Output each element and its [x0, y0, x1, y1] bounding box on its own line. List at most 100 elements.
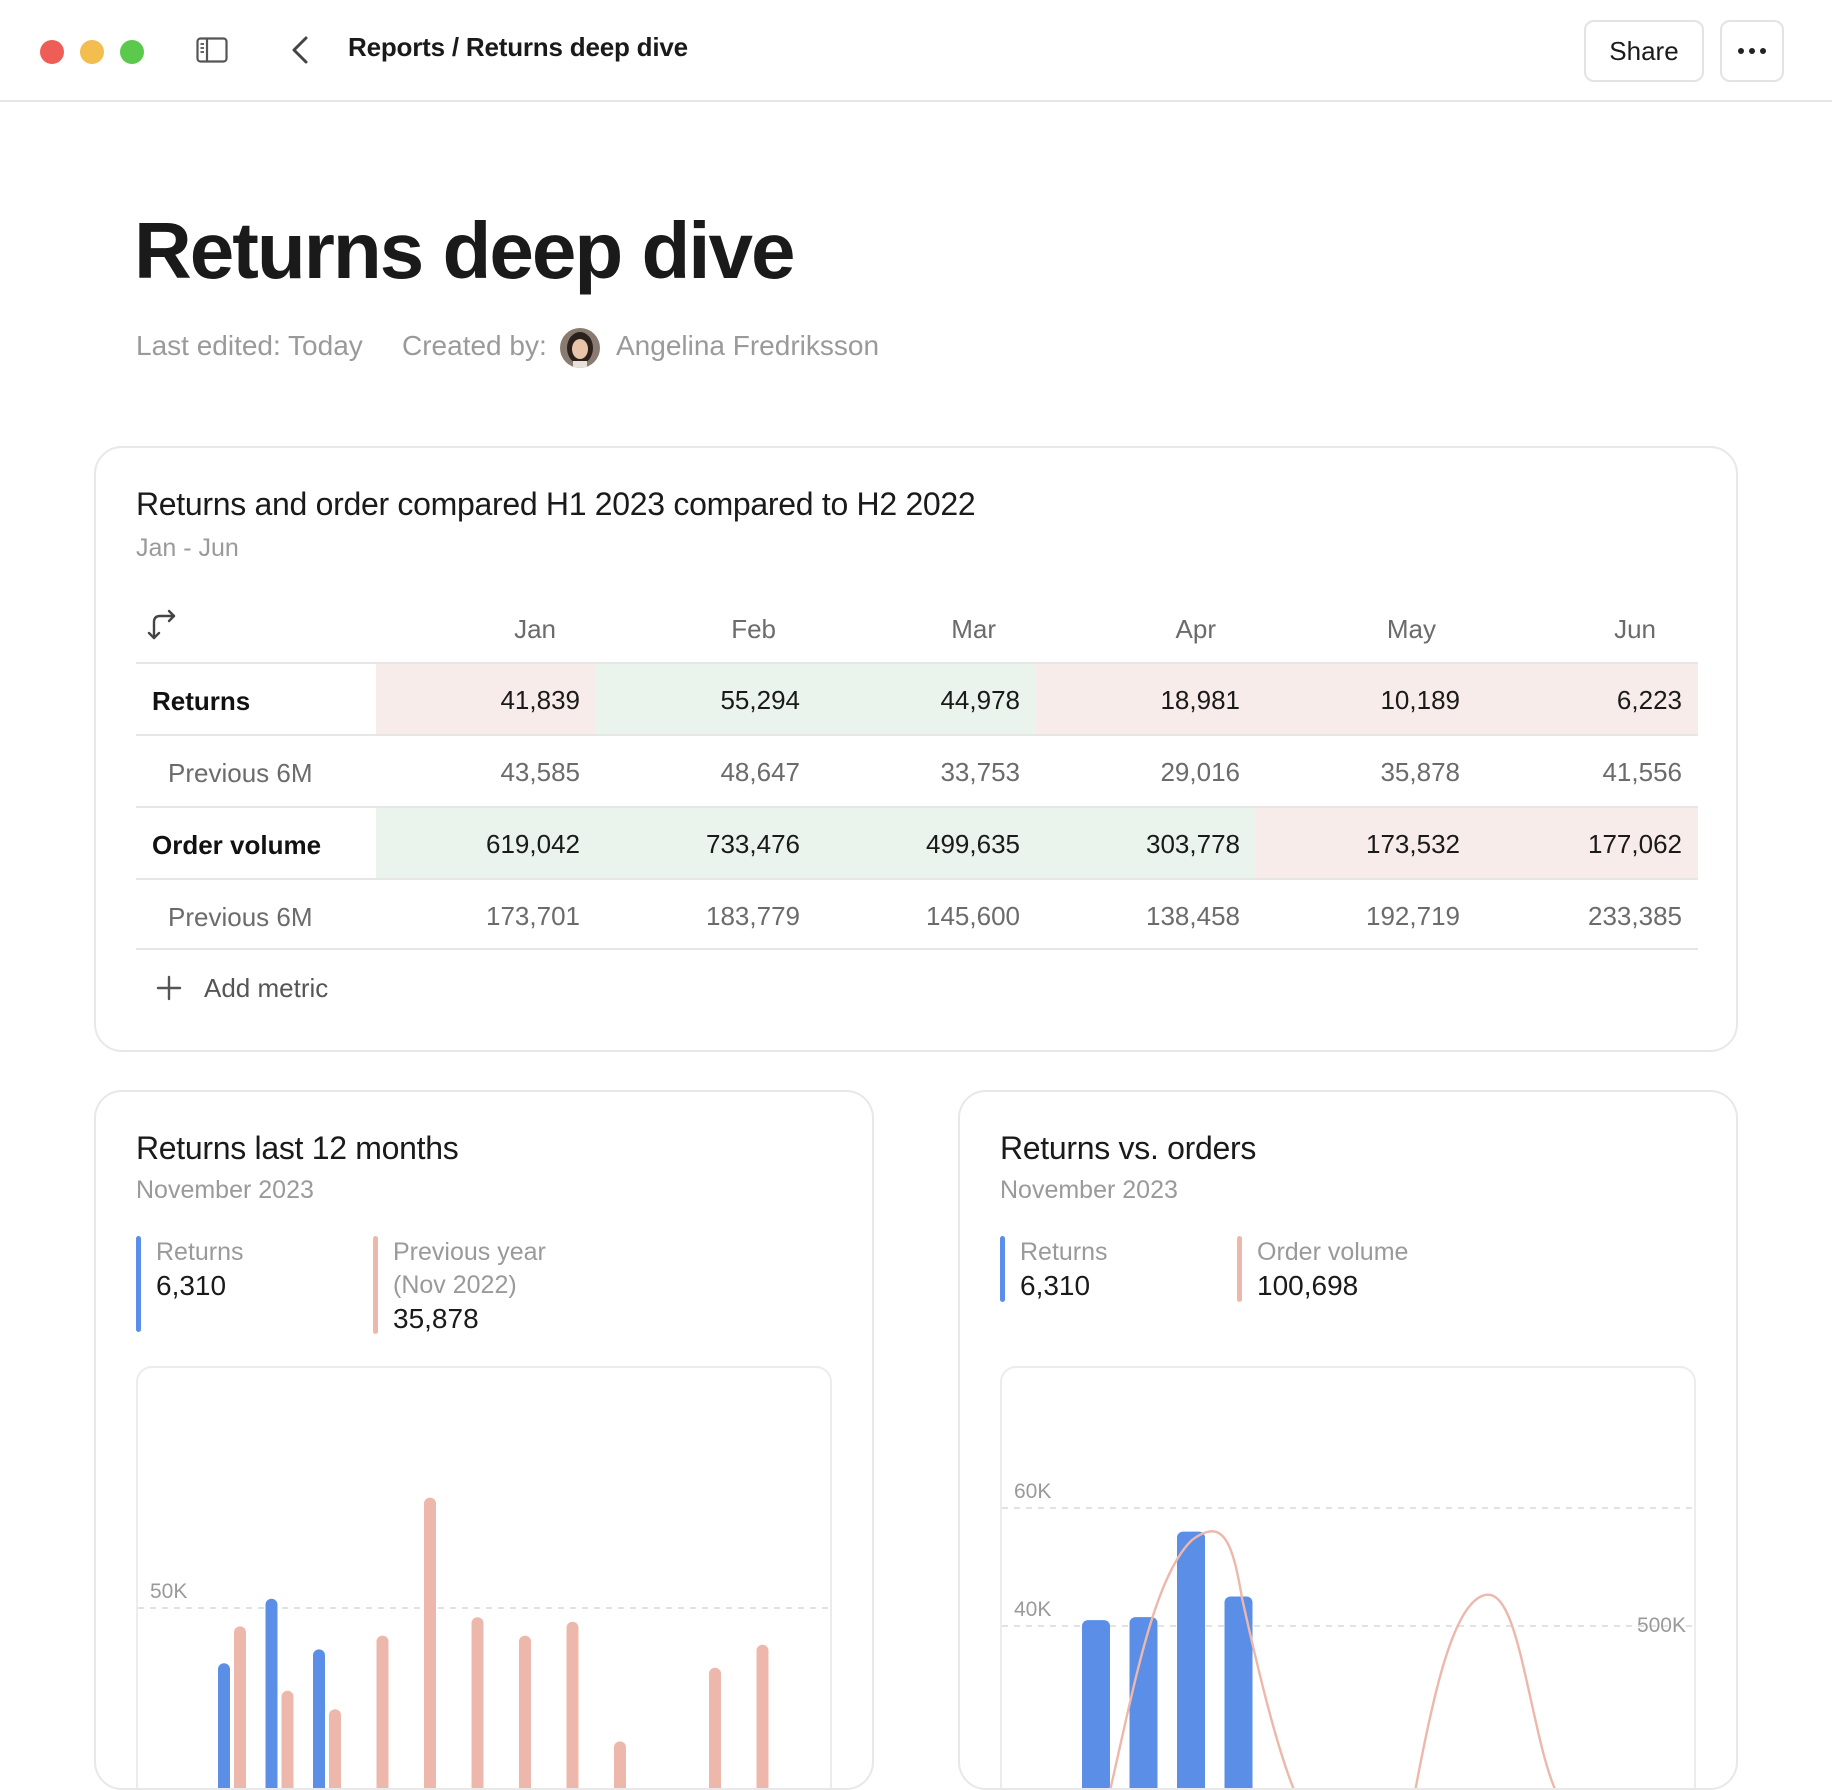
returns-12m-title: Returns last 12 months — [136, 1130, 458, 1167]
right-axis-tick-label: 500K — [1637, 1614, 1686, 1637]
kpi-color-bar — [373, 1236, 378, 1334]
kpi-value: 35,878 — [393, 1302, 546, 1336]
table-row[interactable]: Returns 41,839 55,294 44,978 18,981 10,1… — [136, 662, 1698, 734]
column-header: Feb — [576, 614, 776, 645]
zoom-window-button[interactable] — [120, 40, 144, 64]
row-label: Returns — [152, 686, 250, 717]
kpi-label: (Nov 2022) — [393, 1269, 546, 1302]
avatar — [560, 328, 600, 368]
add-metric-button[interactable]: Add metric — [156, 968, 328, 1008]
bar — [329, 1709, 341, 1790]
table-cell: 173,532 — [1256, 808, 1476, 878]
returns-12m-chart: 50K — [136, 1366, 832, 1790]
table-cell: 18,981 — [1036, 664, 1256, 734]
table-row[interactable]: Order volume 619,042 733,476 499,635 303… — [136, 806, 1698, 878]
author-name[interactable]: Angelina Fredriksson — [616, 330, 879, 362]
table-cell: 192,719 — [1256, 880, 1476, 950]
ellipsis-icon — [1737, 47, 1767, 55]
kpi-previous-year: Previous year (Nov 2022) 35,878 — [373, 1236, 546, 1336]
table-cell: 499,635 — [816, 808, 1036, 878]
table-cell: 6,223 — [1476, 664, 1698, 734]
column-header: May — [1236, 614, 1436, 645]
sidebar-toggle-icon[interactable] — [196, 37, 228, 63]
table-cell: 41,556 — [1476, 736, 1698, 806]
kpi-value: 6,310 — [156, 1269, 244, 1303]
row-label: Order volume — [152, 830, 321, 861]
bar — [757, 1645, 769, 1790]
table-cell: 183,779 — [596, 880, 816, 950]
table-row[interactable]: Previous 6M 43,585 48,647 33,753 29,016 … — [136, 734, 1698, 806]
plus-icon — [156, 975, 182, 1001]
kpi-label: Previous year — [393, 1236, 546, 1269]
column-header: Jan — [356, 614, 556, 645]
table-cell: 41,839 — [376, 664, 596, 734]
bar — [472, 1617, 484, 1790]
table-header-row: Jan Feb Mar Apr May Jun — [136, 598, 1698, 662]
bar — [313, 1649, 325, 1790]
table-cell: 173,701 — [376, 880, 596, 950]
chevron-left-icon[interactable] — [286, 32, 314, 68]
row-label: Previous 6M — [168, 758, 313, 789]
bar — [282, 1691, 294, 1790]
comparison-title: Returns and order compared H1 2023 compa… — [136, 486, 975, 523]
order-volume-line — [1106, 1531, 1572, 1790]
bar — [1130, 1617, 1158, 1790]
close-window-button[interactable] — [40, 40, 64, 64]
more-options-button[interactable] — [1720, 20, 1784, 82]
add-metric-label: Add metric — [204, 973, 328, 1004]
table-cell: 10,189 — [1256, 664, 1476, 734]
bar — [567, 1622, 579, 1790]
table-cell: 55,294 — [596, 664, 816, 734]
kpi-label: Order volume — [1257, 1236, 1408, 1269]
bar — [614, 1741, 626, 1790]
comparison-card: Returns and order compared H1 2023 compa… — [94, 446, 1738, 1052]
created-by-label: Created by: — [402, 330, 547, 362]
returns-vs-orders-chart-svg: 60K 40K 500K — [1002, 1368, 1696, 1790]
bar — [519, 1636, 531, 1790]
table-cell: 48,647 — [596, 736, 816, 806]
share-button[interactable]: Share — [1584, 20, 1704, 82]
table-row[interactable]: Previous 6M 173,701 183,779 145,600 138,… — [136, 878, 1698, 950]
comparison-table: Jan Feb Mar Apr May Jun Returns 41,839 5… — [136, 598, 1698, 950]
returns-vs-orders-subtitle: November 2023 — [1000, 1176, 1178, 1205]
bar — [1082, 1620, 1110, 1790]
swap-axes-icon[interactable] — [146, 608, 180, 642]
y-tick-label: 40K — [1014, 1598, 1051, 1621]
bar — [424, 1498, 436, 1790]
kpi-color-bar — [1000, 1236, 1005, 1302]
table-cell: 733,476 — [596, 808, 816, 878]
returns-12m-chart-svg: 50K — [138, 1368, 832, 1790]
bar — [218, 1663, 230, 1790]
title-bar: Reports / Returns deep dive Share — [0, 0, 1832, 102]
column-header: Apr — [1016, 614, 1216, 645]
kpi-returns: Returns 6,310 — [136, 1236, 244, 1303]
table-cell: 44,978 — [816, 664, 1036, 734]
returns-vs-orders-card: Returns vs. orders November 2023 Returns… — [958, 1090, 1738, 1790]
table-cell: 29,016 — [1036, 736, 1256, 806]
comparison-subtitle: Jan - Jun — [136, 534, 239, 563]
kpi-returns: Returns 6,310 — [1000, 1236, 1108, 1303]
bar — [234, 1626, 246, 1790]
kpi-label: Returns — [1020, 1236, 1108, 1269]
kpi-label: Returns — [156, 1236, 244, 1269]
breadcrumb[interactable]: Reports / Returns deep dive — [348, 32, 688, 63]
bar — [266, 1599, 278, 1790]
column-header: Mar — [796, 614, 996, 645]
table-cell: 303,778 — [1036, 808, 1256, 878]
row-label: Previous 6M — [168, 902, 313, 933]
column-header: Jun — [1456, 614, 1656, 645]
table-cell: 233,385 — [1476, 880, 1698, 950]
page-title: Returns deep dive — [134, 205, 794, 297]
minimize-window-button[interactable] — [80, 40, 104, 64]
y-tick-label: 60K — [1014, 1480, 1051, 1503]
returns-vs-orders-title: Returns vs. orders — [1000, 1130, 1256, 1167]
table-cell: 35,878 — [1256, 736, 1476, 806]
table-cell: 177,062 — [1476, 808, 1698, 878]
table-cell: 145,600 — [816, 880, 1036, 950]
table-cell: 619,042 — [376, 808, 596, 878]
last-edited-text: Last edited: Today — [136, 330, 363, 362]
returns-vs-orders-chart: 60K 40K 500K — [1000, 1366, 1696, 1790]
kpi-value: 6,310 — [1020, 1269, 1108, 1303]
table-cell: 43,585 — [376, 736, 596, 806]
bar — [377, 1636, 389, 1790]
